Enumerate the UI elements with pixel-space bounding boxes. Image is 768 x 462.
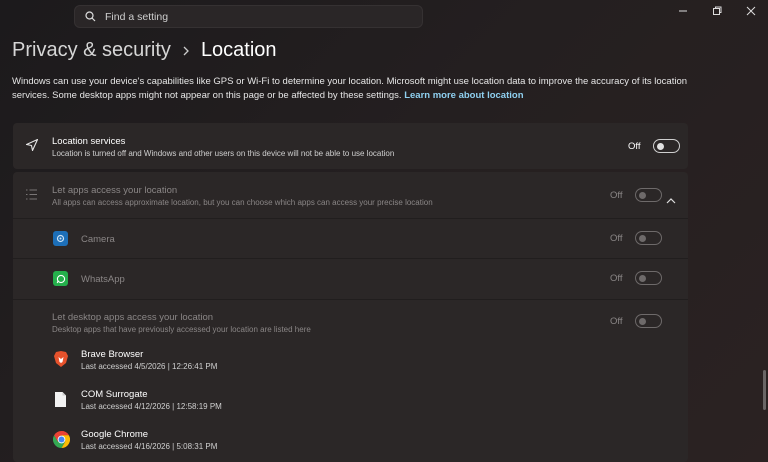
whatsapp-icon [53,271,68,286]
desktop-access-state: Off [610,315,623,327]
navigation-arrow-icon [25,138,39,157]
last-accessed: Last accessed 4/5/2026 | 12:26:41 PM [81,362,218,371]
list-icon [25,188,38,206]
scrollbar[interactable] [763,370,766,410]
camera-toggle[interactable] [634,231,662,245]
location-services-subtitle: Location is turned off and Windows and o… [52,149,395,158]
desktop-access-subtitle: Desktop apps that have previously access… [52,325,311,334]
apps-access-subtitle: All apps can access approximate location… [52,198,433,207]
chevron-right-icon [182,45,190,57]
desktop-app-name: Google Chrome [81,429,149,440]
search-icon [85,11,96,22]
minimize-button[interactable] [666,0,700,22]
minimize-icon [679,10,687,12]
location-services-card: Location services Location is turned off… [13,123,688,169]
location-services-title: Location services [52,136,126,147]
app-state: Off [610,232,623,244]
location-services-state: Off [628,140,641,152]
last-accessed: Last accessed 4/16/2026 | 5:08:31 PM [81,442,218,451]
list-item: Camera Off [13,219,688,258]
breadcrumb-parent[interactable]: Privacy & security [12,39,171,62]
chevron-up-icon[interactable] [666,191,676,209]
page-description: Windows can use your device's capabiliti… [12,75,712,102]
list-item: COM Surrogate Last accessed 4/12/2026 | … [13,384,688,424]
breadcrumb: Privacy & security Location [12,39,277,62]
camera-icon [53,231,68,246]
list-item: Brave Browser Last accessed 4/5/2026 | 1… [13,344,688,384]
maximize-button[interactable] [700,0,734,22]
app-name: WhatsApp [81,274,125,285]
location-services-toggle[interactable] [652,139,680,153]
apps-access-title: Let apps access your location [52,185,178,196]
close-button[interactable] [734,0,768,22]
apps-access-card: Let apps access your location All apps c… [13,172,688,462]
list-item: Google Chrome Last accessed 4/16/2026 | … [13,424,688,462]
brave-browser-icon [53,350,69,373]
description-text: Windows can use your device's capabiliti… [12,76,688,101]
desktop-app-name: Brave Browser [81,349,144,360]
learn-more-link[interactable]: Learn more about location [404,90,523,101]
list-item: WhatsApp Off [13,259,688,299]
search-input[interactable]: Find a setting [105,11,168,23]
google-chrome-icon [52,431,71,453]
desktop-access-title: Let desktop apps access your location [52,312,214,323]
app-state: Off [610,272,623,284]
file-icon [54,391,67,413]
app-name: Camera [81,234,115,245]
apps-access-header[interactable]: Let apps access your location All apps c… [13,172,688,218]
apps-access-state: Off [610,189,623,201]
search-box[interactable]: Find a setting [74,5,423,28]
desktop-access-toggle[interactable] [634,314,662,328]
close-icon [746,6,756,16]
restore-icon [713,6,722,15]
apps-access-toggle[interactable] [634,188,662,202]
window-controls [666,0,768,22]
whatsapp-toggle[interactable] [634,271,662,285]
desktop-access-row: Let desktop apps access your location De… [13,300,688,340]
last-accessed: Last accessed 4/12/2026 | 12:58:19 PM [81,402,222,411]
page-title: Location [200,39,277,61]
desktop-app-name: COM Surrogate [81,389,148,400]
